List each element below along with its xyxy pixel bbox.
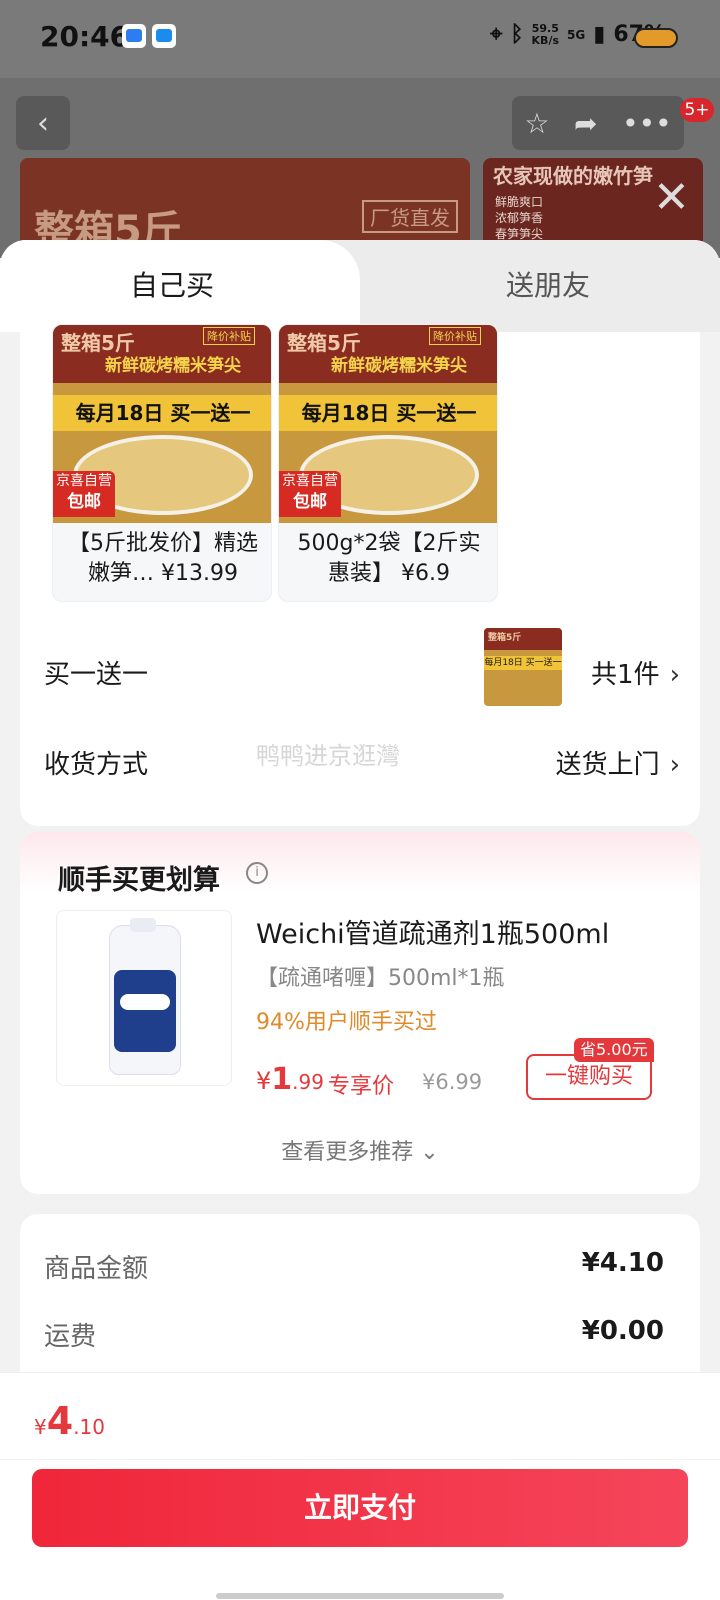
chevron-right-icon: › — [669, 750, 680, 780]
pay-now-button[interactable]: 立即支付 — [32, 1469, 688, 1547]
promo-row-value: 共1件 › — [591, 654, 680, 691]
divider — [0, 1459, 720, 1460]
home-indicator[interactable] — [216, 1593, 504, 1599]
bottle-cap — [130, 918, 156, 932]
total-integer: 4 — [46, 1399, 74, 1443]
product-image-badge: 京喜自营 包邮 — [53, 471, 115, 517]
network-speed: 59.5 KB/s — [531, 22, 560, 47]
hero2-feature: 鲜脆爽口 — [495, 195, 544, 209]
product-image-tag: 降价补贴 — [429, 327, 481, 345]
hero2-feature: 浓郁笋香 — [495, 211, 544, 225]
summary-value: ¥4.10 — [581, 1248, 664, 1278]
summary-label: 商品金额 — [44, 1254, 149, 1284]
location-icon: ⌖ — [489, 22, 503, 47]
promo-row-label: 买一送一 — [44, 660, 149, 690]
total-price: ¥4.10 — [34, 1399, 105, 1443]
total-decimal: .10 — [73, 1415, 105, 1439]
network-speed-unit: KB/s — [531, 33, 560, 47]
bottle-illustration — [109, 918, 181, 1075]
tab-bar: 自己买 送朋友 — [0, 240, 720, 332]
chevron-right-icon: › — [669, 660, 680, 690]
close-icon[interactable]: ✕ — [653, 176, 690, 220]
product-name: 500g*2袋【2斤实惠装】 ¥6.9 — [297, 531, 481, 586]
tab-buy-for-self[interactable]: 自己买 — [130, 264, 214, 304]
status-bar: 20:46 ⌖ ᛒ 59.5 KB/s 5G ▮ 67% — [0, 0, 720, 78]
product-image-promo: 每月18日 买一送一 — [279, 395, 497, 431]
tab-send-to-friend[interactable]: 送朋友 — [506, 264, 590, 304]
product-image-tag: 降价补贴 — [203, 327, 255, 345]
price-decimal: .99 — [292, 1070, 324, 1094]
price-currency: ¥ — [256, 1067, 272, 1095]
bluetooth-icon: ᛒ — [510, 22, 524, 47]
star-icon[interactable]: ☆ — [524, 107, 549, 140]
promo-row[interactable]: 买一送一 整箱5斤 每月18日 买一送一 共1件 › — [44, 628, 680, 706]
gift-count: 共1件 — [591, 660, 660, 690]
product-image-subtitle: 新鲜碳烤糯米笋尖 — [331, 356, 467, 376]
recommend-card: 顺手买更划算 i Weichi管道疏通剂1瓶500ml 【疏通啫喱】500ml*… — [20, 832, 700, 1194]
recommend-product-hint: 94%用户顺手买过 — [256, 1010, 437, 1035]
recommend-product-name[interactable]: Weichi管道疏通剂1瓶500ml — [256, 912, 609, 951]
app-notification-icon — [122, 24, 146, 48]
total-currency: ¥ — [34, 1415, 47, 1439]
watermark: 鸭鸭进京逛灣 — [256, 742, 400, 770]
network-type: 5G — [567, 27, 586, 42]
battery-icon — [634, 28, 678, 48]
summary-row: 商品金额 ¥4.10 — [44, 1248, 664, 1288]
product-image: 整箱5斤 降价补贴 新鲜碳烤糯米笋尖 每月18日 买一送一 京喜自营 包邮 — [279, 325, 497, 523]
more-icon[interactable]: ••• — [622, 107, 672, 140]
product-image-badge-bottom: 包邮 — [293, 492, 327, 512]
delivery-method: 送货上门 — [555, 750, 660, 780]
product-image-badge: 京喜自营 包邮 — [279, 471, 341, 517]
product-image-badge-top: 京喜自营 — [56, 473, 112, 489]
gift-thumbnail-title: 整箱5斤 — [488, 633, 522, 643]
delivery-row-label: 收货方式 — [44, 750, 149, 780]
back-icon: ‹ — [37, 105, 49, 141]
cart-badge: 5+ — [680, 98, 714, 122]
top-actions: ☆ ➦ ••• — [512, 96, 684, 150]
product-image: 整箱5斤 降价补贴 新鲜碳烤糯米笋尖 每月18日 买一送一 京喜自营 包邮 — [53, 325, 271, 523]
bottle-label — [114, 970, 176, 1052]
product-image-subtitle: 新鲜碳烤糯米笋尖 — [105, 356, 241, 376]
info-icon[interactable]: i — [246, 862, 268, 884]
product-card[interactable]: 整箱5斤 降价补贴 新鲜碳烤糯米笋尖 每月18日 买一送一 京喜自营 包邮 【5… — [52, 324, 272, 602]
checkout-footer: ¥4.10 立即支付 — [0, 1372, 720, 1600]
gift-thumbnail-promo: 每月18日 买一送一 — [484, 656, 562, 670]
see-more-recommend[interactable]: 查看更多推荐 ⌄ — [20, 1134, 700, 1166]
recommend-product-image[interactable] — [56, 910, 232, 1086]
original-price: ¥6.99 — [422, 1070, 483, 1094]
price-integer: 1 — [271, 1062, 293, 1097]
summary-value: ¥0.00 — [581, 1316, 664, 1346]
signal-icon: ▮ — [593, 22, 606, 47]
product-name: 【5斤批发价】精选嫩笋… ¥13.99 — [68, 531, 258, 586]
gift-thumbnail: 整箱5斤 每月18日 买一送一 — [484, 628, 562, 706]
recommend-title: 顺手买更划算 — [58, 865, 220, 896]
hero2-features: 鲜脆爽口 浓郁笋香 春笋笋尖 — [495, 194, 543, 242]
hero-tag: 厂货直发 — [362, 200, 458, 233]
app-notification-icon — [152, 24, 176, 48]
back-button[interactable]: ‹ — [16, 96, 70, 150]
exclusive-price-label: 专享价 — [328, 1074, 395, 1099]
product-image-badge-bottom: 包邮 — [67, 492, 101, 512]
recommend-product-spec: 【疏通啫喱】500ml*1瓶 — [256, 966, 505, 991]
product-image-promo: 每月18日 买一送一 — [53, 395, 271, 431]
hero2-title: 农家现做的嫩竹笋 — [493, 164, 653, 188]
delivery-row-value: 送货上门 › — [556, 744, 680, 781]
product-card[interactable]: 整箱5斤 降价补贴 新鲜碳烤糯米笋尖 每月18日 买一送一 京喜自营 包邮 50… — [278, 324, 498, 602]
save-amount-tag: 省5.00元 — [574, 1038, 654, 1062]
share-icon[interactable]: ➦ — [574, 107, 597, 140]
product-image-badge-top: 京喜自营 — [282, 473, 338, 489]
summary-label: 运费 — [44, 1322, 97, 1352]
status-time: 20:46 — [40, 20, 130, 53]
summary-row: 运费 ¥0.00 — [44, 1316, 664, 1356]
recommend-price: ¥1.99 — [256, 1062, 324, 1097]
